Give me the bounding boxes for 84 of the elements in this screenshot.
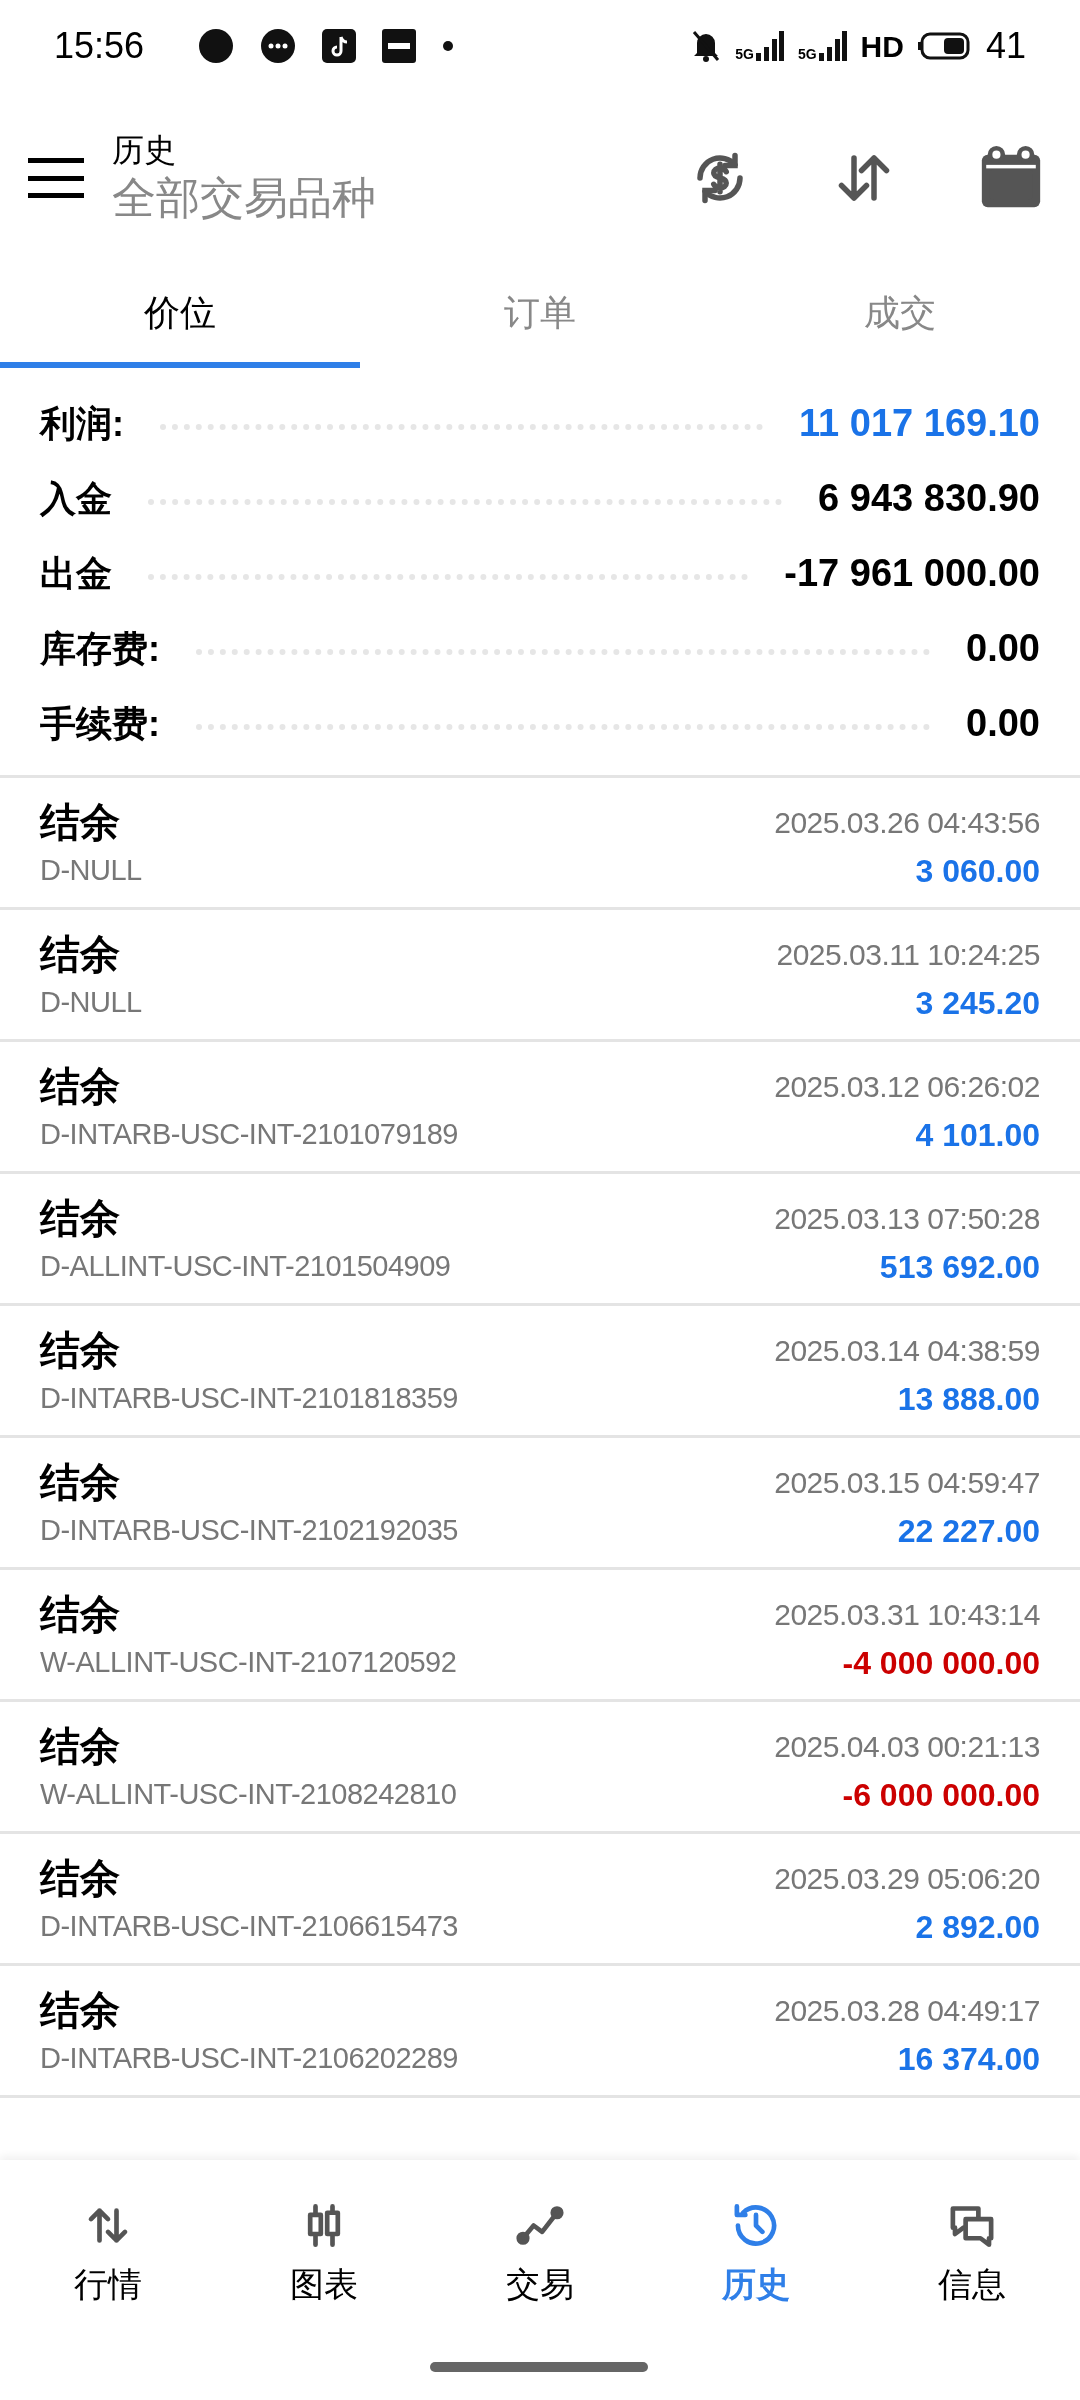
transaction-row[interactable]: 结余 2025.03.26 04:43:56 D-NULL 3 060.00 (0, 778, 1080, 910)
transaction-time: 2025.03.13 07:50:28 (774, 1200, 1040, 1237)
transaction-amount: 16 374.00 (897, 2040, 1040, 2079)
transaction-time: 2025.03.15 04:59:47 (774, 1464, 1040, 1501)
network-label: 5G (735, 47, 754, 61)
transaction-time: 2025.03.28 04:49:17 (774, 1992, 1040, 2029)
transaction-row[interactable]: 结余 2025.03.12 06:26:02 D-INTARB-USC-INT-2101079189 4 101.00 (0, 1042, 1080, 1174)
summary-label: 库存费: (40, 626, 160, 671)
transaction-time: 2025.03.11 10:24:25 (776, 936, 1040, 973)
tab[interactable]: 订单 (360, 264, 720, 368)
app-icon (382, 29, 417, 63)
transaction-amount: 22 227.00 (897, 1512, 1040, 1551)
transaction-row[interactable]: 结余 2025.03.13 07:50:28 D-ALLINT-USC-INT-2101504909 513 692.00 (0, 1174, 1080, 1306)
transaction-comment: W-ALLINT-USC-INT-2108242810 (40, 1777, 457, 1813)
transaction-type: 结余 (40, 1723, 120, 1770)
transaction-time: 2025.03.14 04:38:59 (774, 1332, 1040, 1369)
bell-muted-icon (691, 29, 722, 63)
nav-item[interactable]: 图表 (216, 2200, 432, 2310)
transaction-comment: D-INTARB-USC-INT-2106615473 (40, 1909, 458, 1945)
battery-icon (917, 32, 972, 60)
transaction-type: 结余 (40, 1459, 120, 1506)
transaction-comment: D-INTARB-USC-INT-2102192035 (40, 1513, 458, 1549)
transaction-row[interactable]: 结余 2025.03.14 04:38:59 D-INTARB-USC-INT-2101818359 13 888.00 (0, 1306, 1080, 1438)
status-time: 15:56 (54, 24, 145, 68)
nav-item[interactable]: 行情 (0, 2200, 216, 2310)
nav-item[interactable]: 交易 (432, 2200, 648, 2310)
transaction-type: 结余 (40, 1591, 120, 1638)
summary-value: 0.00 (966, 626, 1040, 671)
transaction-comment: D-INTARB-USC-INT-2101079189 (40, 1117, 458, 1153)
summary-value: 11 017 169.10 (799, 401, 1040, 446)
transaction-comment: W-ALLINT-USC-INT-2107120592 (40, 1645, 457, 1681)
summary-value: 0.00 (966, 701, 1040, 746)
transaction-row[interactable]: 结余 2025.03.31 10:43:14 W-ALLINT-USC-INT-2107120592 -4 000 000.00 (0, 1570, 1080, 1702)
nav-item[interactable]: 信息 (864, 2200, 1080, 2310)
menu-button[interactable] (28, 158, 84, 198)
transaction-amount: -6 000 000.00 (842, 1776, 1040, 1815)
symbol-filter[interactable]: 全部交易品种 (112, 170, 688, 226)
summary-label: 出金 (40, 551, 112, 596)
summary-label: 手续费: (40, 701, 160, 746)
transaction-amount: 4 101.00 (915, 1116, 1040, 1155)
transaction-time: 2025.03.26 04:43:56 (774, 804, 1040, 841)
transaction-amount: 513 692.00 (879, 1248, 1040, 1287)
transaction-row[interactable]: 结余 2025.04.03 00:21:13 W-ALLINT-USC-INT-2108242810 -6 000 000.00 (0, 1702, 1080, 1834)
transaction-type: 结余 (40, 799, 120, 846)
transaction-amount: 3 245.20 (915, 984, 1040, 1023)
transaction-type: 结余 (40, 1987, 120, 2034)
transaction-time: 2025.03.12 06:26:02 (774, 1068, 1040, 1105)
page-title: 历史 (112, 131, 177, 170)
transaction-row[interactable]: 结余 2025.03.11 10:24:25 D-NULL 3 245.20 (0, 910, 1080, 1042)
summary-label: 入金 (40, 476, 112, 521)
transaction-row[interactable]: 结余 2025.03.28 04:49:17 D-INTARB-USC-INT-2106202289 16 374.00 (0, 1966, 1080, 2098)
nav-item[interactable]: 历史 (648, 2200, 864, 2310)
transaction-comment: D-NULL (40, 985, 142, 1021)
music-note-app-icon (322, 29, 357, 63)
transaction-type: 结余 (40, 931, 120, 978)
dot-icon (442, 40, 455, 52)
transaction-time: 2025.03.31 10:43:14 (774, 1596, 1040, 1633)
summary-value: -17 961 000.00 (784, 551, 1040, 596)
tab[interactable]: 价位 (0, 264, 360, 368)
transaction-amount: -4 000 000.00 (842, 1644, 1040, 1683)
transaction-time: 2025.04.03 00:21:13 (774, 1728, 1040, 1765)
transaction-amount: 2 892.00 (915, 1908, 1040, 1947)
transaction-row[interactable]: 结余 2025.03.29 05:06:20 D-INTARB-USC-INT-2106615473 2 892.00 (0, 1834, 1080, 1966)
transaction-type: 结余 (40, 1063, 120, 1110)
transaction-type: 结余 (40, 1195, 120, 1242)
transaction-amount: 13 888.00 (897, 1380, 1040, 1419)
signal-icon (818, 31, 847, 61)
transaction-time: 2025.03.29 05:06:20 (774, 1860, 1040, 1897)
transaction-row[interactable]: 结余 2025.03.15 04:59:47 D-INTARB-USC-INT-2102192035 22 227.00 (0, 1438, 1080, 1570)
summary-value: 6 943 830.90 (818, 476, 1040, 521)
battery-level: 41 (985, 24, 1026, 68)
transaction-type: 结余 (40, 1855, 120, 1902)
message-icon (260, 28, 297, 64)
network-label: 5G (797, 47, 817, 61)
transaction-comment: D-ALLINT-USC-INT-2101504909 (40, 1249, 451, 1285)
summary-label: 利润: (40, 401, 124, 446)
transaction-amount: 3 060.00 (915, 852, 1040, 891)
signal-icon (755, 31, 784, 61)
hd-label: HD (860, 28, 904, 65)
transaction-type: 结余 (40, 1327, 120, 1374)
transaction-comment: D-INTARB-USC-INT-2106202289 (40, 2041, 458, 2077)
tab[interactable]: 成交 (720, 264, 1080, 368)
transaction-comment: D-NULL (40, 853, 142, 889)
transaction-comment: D-INTARB-USC-INT-2101818359 (40, 1381, 458, 1417)
